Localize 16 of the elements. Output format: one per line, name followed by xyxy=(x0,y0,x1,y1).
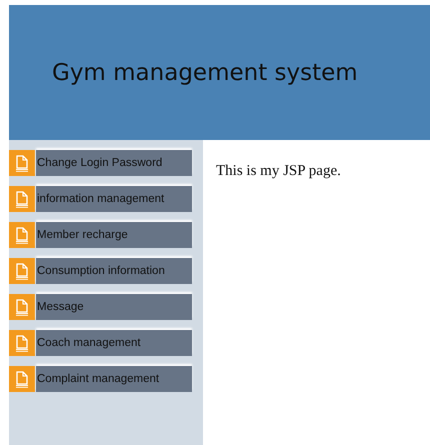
sidebar-menu-item[interactable]: Change Login Password xyxy=(36,150,192,176)
page-text: This is my JSP page. xyxy=(216,163,341,179)
sidebar-menu-item[interactable]: Member recharge xyxy=(36,222,192,248)
document-icon xyxy=(9,258,35,284)
document-icon xyxy=(9,294,35,320)
sidebar-menu-item[interactable]: information management xyxy=(36,186,192,212)
document-icon xyxy=(9,222,35,248)
document-icon xyxy=(9,366,35,392)
sidebar-menu-item[interactable]: Consumption information xyxy=(36,258,192,284)
document-icon xyxy=(9,150,35,176)
document-icon xyxy=(9,330,35,356)
sidebar-menu-item[interactable]: Message xyxy=(36,294,192,320)
document-icon xyxy=(9,186,35,212)
app-title: Gym management system xyxy=(52,60,358,86)
sidebar-menu-item[interactable]: Coach management xyxy=(36,330,192,356)
sidebar-menu-item[interactable]: Complaint management xyxy=(36,366,192,392)
